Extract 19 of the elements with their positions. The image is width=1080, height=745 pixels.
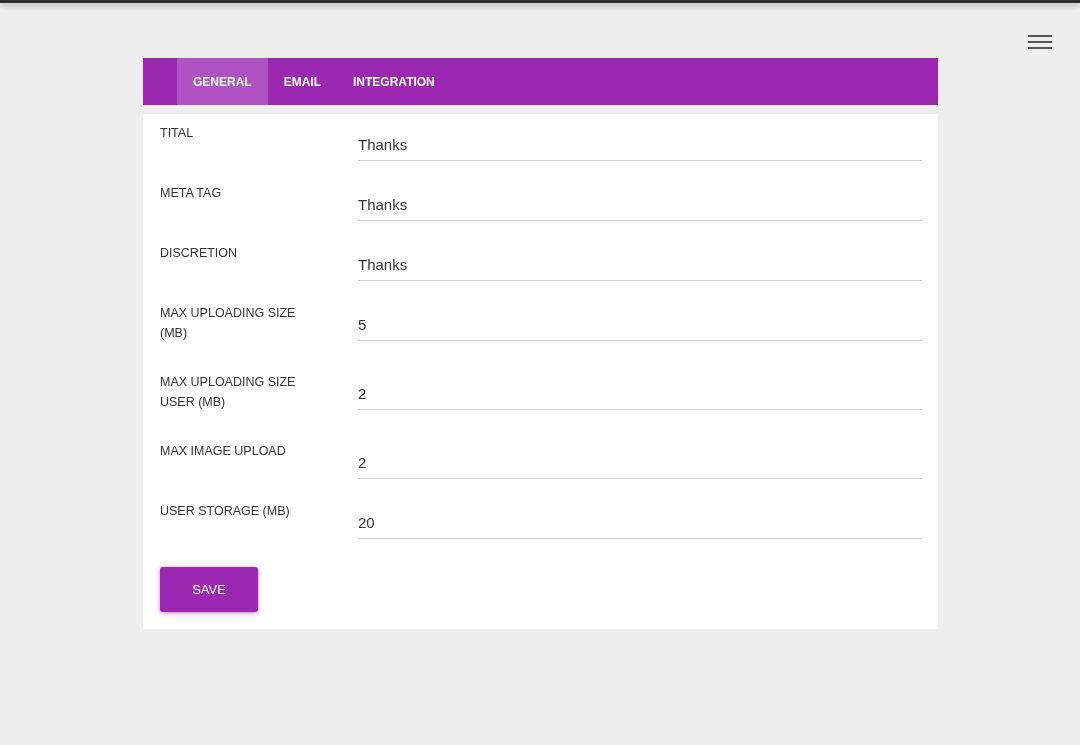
- field-label: MAX UPLOADING SIZE (MB): [160, 305, 297, 342]
- tab[interactable]: GENERAL: [177, 58, 268, 105]
- menu-icon[interactable]: [1028, 34, 1052, 49]
- field-label: MAX IMAGE UPLOAD: [160, 443, 287, 460]
- input-field[interactable]: 20: [358, 501, 922, 539]
- input-field[interactable]: Thanks: [358, 123, 922, 161]
- field-label: TITAL: [160, 125, 195, 142]
- input-field[interactable]: 2: [358, 441, 922, 479]
- field-label: USER STORAGE (MB): [160, 503, 291, 520]
- tab[interactable]: EMAIL: [267, 58, 337, 105]
- input-field[interactable]: 2: [358, 372, 922, 410]
- tab[interactable]: INTEGRATION: [337, 58, 451, 105]
- field-label: DISCRETION: [160, 245, 239, 262]
- field-label: MAX UPLOADING SIZE USER (MB): [160, 374, 297, 411]
- save-button[interactable]: SAVE: [160, 567, 258, 612]
- input-field[interactable]: 5: [358, 303, 922, 341]
- field-label: META TAG: [160, 185, 223, 202]
- input-field[interactable]: Thanks: [358, 243, 922, 281]
- input-field[interactable]: Thanks: [358, 183, 922, 221]
